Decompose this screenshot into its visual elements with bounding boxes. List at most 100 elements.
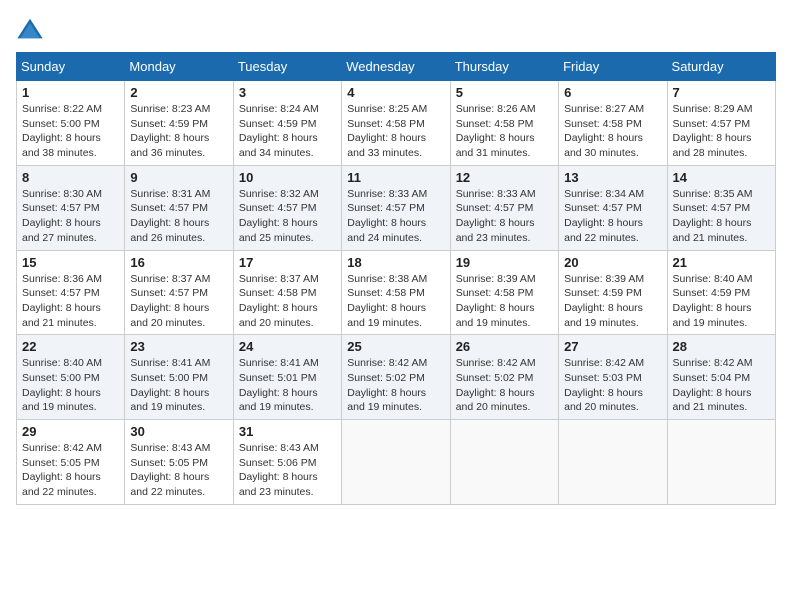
day-info: Sunrise: 8:41 AMSunset: 5:01 PMDaylight:…	[239, 356, 336, 415]
day-info: Sunrise: 8:36 AMSunset: 4:57 PMDaylight:…	[22, 272, 119, 331]
weekday-header: Friday	[559, 53, 667, 81]
day-number: 30	[130, 424, 227, 439]
day-number: 13	[564, 170, 661, 185]
day-number: 2	[130, 85, 227, 100]
calendar-cell: 8 Sunrise: 8:30 AMSunset: 4:57 PMDaylight…	[17, 165, 125, 250]
day-info: Sunrise: 8:34 AMSunset: 4:57 PMDaylight:…	[564, 187, 661, 246]
day-number: 29	[22, 424, 119, 439]
day-number: 25	[347, 339, 444, 354]
day-number: 11	[347, 170, 444, 185]
day-info: Sunrise: 8:30 AMSunset: 4:57 PMDaylight:…	[22, 187, 119, 246]
day-info: Sunrise: 8:23 AMSunset: 4:59 PMDaylight:…	[130, 102, 227, 161]
calendar-cell: 23 Sunrise: 8:41 AMSunset: 5:00 PMDayligh…	[125, 335, 233, 420]
calendar-cell: 3 Sunrise: 8:24 AMSunset: 4:59 PMDaylight…	[233, 81, 341, 166]
weekday-header: Tuesday	[233, 53, 341, 81]
day-number: 3	[239, 85, 336, 100]
calendar-cell: 11 Sunrise: 8:33 AMSunset: 4:57 PMDayligh…	[342, 165, 450, 250]
day-number: 1	[22, 85, 119, 100]
calendar-cell: 16Sunrise: 8:37 AMSunset: 4:57 PMDayligh…	[125, 250, 233, 335]
calendar-row: 22Sunrise: 8:40 AMSunset: 5:00 PMDayligh…	[17, 335, 776, 420]
weekday-header: Thursday	[450, 53, 558, 81]
calendar-cell: 25 Sunrise: 8:42 AMSunset: 5:02 PMDayligh…	[342, 335, 450, 420]
calendar-cell: 22Sunrise: 8:40 AMSunset: 5:00 PMDayligh…	[17, 335, 125, 420]
calendar-cell: 1 Sunrise: 8:22 AMSunset: 5:00 PMDaylight…	[17, 81, 125, 166]
calendar-cell: 19 Sunrise: 8:39 AMSunset: 4:58 PMDayligh…	[450, 250, 558, 335]
day-number: 15	[22, 255, 119, 270]
day-info: Sunrise: 8:33 AMSunset: 4:57 PMDaylight:…	[456, 187, 553, 246]
day-info: Sunrise: 8:24 AMSunset: 4:59 PMDaylight:…	[239, 102, 336, 161]
page-header	[16, 16, 776, 44]
day-number: 27	[564, 339, 661, 354]
day-number: 12	[456, 170, 553, 185]
day-info: Sunrise: 8:22 AMSunset: 5:00 PMDaylight:…	[22, 102, 119, 161]
calendar-cell: 5 Sunrise: 8:26 AMSunset: 4:58 PMDaylight…	[450, 81, 558, 166]
day-number: 20	[564, 255, 661, 270]
calendar-table: SundayMondayTuesdayWednesdayThursdayFrid…	[16, 52, 776, 505]
day-number: 14	[673, 170, 770, 185]
day-info: Sunrise: 8:42 AMSunset: 5:02 PMDaylight:…	[347, 356, 444, 415]
day-info: Sunrise: 8:42 AMSunset: 5:05 PMDaylight:…	[22, 441, 119, 500]
day-number: 21	[673, 255, 770, 270]
calendar-cell	[450, 420, 558, 505]
calendar-header-row: SundayMondayTuesdayWednesdayThursdayFrid…	[17, 53, 776, 81]
day-info: Sunrise: 8:32 AMSunset: 4:57 PMDaylight:…	[239, 187, 336, 246]
weekday-header: Wednesday	[342, 53, 450, 81]
day-info: Sunrise: 8:37 AMSunset: 4:57 PMDaylight:…	[130, 272, 227, 331]
calendar-cell: 13 Sunrise: 8:34 AMSunset: 4:57 PMDayligh…	[559, 165, 667, 250]
day-number: 7	[673, 85, 770, 100]
day-info: Sunrise: 8:33 AMSunset: 4:57 PMDaylight:…	[347, 187, 444, 246]
day-info: Sunrise: 8:26 AMSunset: 4:58 PMDaylight:…	[456, 102, 553, 161]
calendar-cell: 27 Sunrise: 8:42 AMSunset: 5:03 PMDayligh…	[559, 335, 667, 420]
day-number: 28	[673, 339, 770, 354]
calendar-cell: 29 Sunrise: 8:42 AMSunset: 5:05 PMDayligh…	[17, 420, 125, 505]
day-info: Sunrise: 8:39 AMSunset: 4:58 PMDaylight:…	[456, 272, 553, 331]
calendar-cell: 20 Sunrise: 8:39 AMSunset: 4:59 PMDayligh…	[559, 250, 667, 335]
day-info: Sunrise: 8:43 AMSunset: 5:06 PMDaylight:…	[239, 441, 336, 500]
day-info: Sunrise: 8:40 AMSunset: 4:59 PMDaylight:…	[673, 272, 770, 331]
day-info: Sunrise: 8:39 AMSunset: 4:59 PMDaylight:…	[564, 272, 661, 331]
calendar-cell: 4 Sunrise: 8:25 AMSunset: 4:58 PMDaylight…	[342, 81, 450, 166]
day-number: 5	[456, 85, 553, 100]
day-info: Sunrise: 8:25 AMSunset: 4:58 PMDaylight:…	[347, 102, 444, 161]
calendar-row: 29 Sunrise: 8:42 AMSunset: 5:05 PMDayligh…	[17, 420, 776, 505]
calendar-cell: 10 Sunrise: 8:32 AMSunset: 4:57 PMDayligh…	[233, 165, 341, 250]
day-info: Sunrise: 8:42 AMSunset: 5:03 PMDaylight:…	[564, 356, 661, 415]
day-number: 24	[239, 339, 336, 354]
calendar-row: 1 Sunrise: 8:22 AMSunset: 5:00 PMDaylight…	[17, 81, 776, 166]
day-info: Sunrise: 8:41 AMSunset: 5:00 PMDaylight:…	[130, 356, 227, 415]
day-number: 17	[239, 255, 336, 270]
calendar-cell: 24 Sunrise: 8:41 AMSunset: 5:01 PMDayligh…	[233, 335, 341, 420]
day-number: 19	[456, 255, 553, 270]
day-info: Sunrise: 8:27 AMSunset: 4:58 PMDaylight:…	[564, 102, 661, 161]
calendar-cell: 9 Sunrise: 8:31 AMSunset: 4:57 PMDaylight…	[125, 165, 233, 250]
logo	[16, 16, 48, 44]
day-info: Sunrise: 8:40 AMSunset: 5:00 PMDaylight:…	[22, 356, 119, 415]
calendar-cell: 6Sunrise: 8:27 AMSunset: 4:58 PMDaylight…	[559, 81, 667, 166]
day-info: Sunrise: 8:42 AMSunset: 5:02 PMDaylight:…	[456, 356, 553, 415]
day-info: Sunrise: 8:35 AMSunset: 4:57 PMDaylight:…	[673, 187, 770, 246]
day-number: 9	[130, 170, 227, 185]
day-number: 23	[130, 339, 227, 354]
day-number: 18	[347, 255, 444, 270]
day-number: 8	[22, 170, 119, 185]
calendar-cell: 21 Sunrise: 8:40 AMSunset: 4:59 PMDayligh…	[667, 250, 775, 335]
day-info: Sunrise: 8:42 AMSunset: 5:04 PMDaylight:…	[673, 356, 770, 415]
day-number: 26	[456, 339, 553, 354]
day-number: 10	[239, 170, 336, 185]
calendar-cell	[667, 420, 775, 505]
weekday-header: Monday	[125, 53, 233, 81]
calendar-cell: 30Sunrise: 8:43 AMSunset: 5:05 PMDayligh…	[125, 420, 233, 505]
calendar-cell: 2 Sunrise: 8:23 AMSunset: 4:59 PMDaylight…	[125, 81, 233, 166]
calendar-row: 15 Sunrise: 8:36 AMSunset: 4:57 PMDayligh…	[17, 250, 776, 335]
day-info: Sunrise: 8:29 AMSunset: 4:57 PMDaylight:…	[673, 102, 770, 161]
day-number: 4	[347, 85, 444, 100]
calendar-row: 8 Sunrise: 8:30 AMSunset: 4:57 PMDaylight…	[17, 165, 776, 250]
calendar-cell	[342, 420, 450, 505]
day-info: Sunrise: 8:31 AMSunset: 4:57 PMDaylight:…	[130, 187, 227, 246]
calendar-cell: 7 Sunrise: 8:29 AMSunset: 4:57 PMDaylight…	[667, 81, 775, 166]
weekday-header: Sunday	[17, 53, 125, 81]
calendar-cell: 12 Sunrise: 8:33 AMSunset: 4:57 PMDayligh…	[450, 165, 558, 250]
day-info: Sunrise: 8:37 AMSunset: 4:58 PMDaylight:…	[239, 272, 336, 331]
calendar-cell: 18Sunrise: 8:38 AMSunset: 4:58 PMDayligh…	[342, 250, 450, 335]
logo-icon	[16, 16, 44, 44]
